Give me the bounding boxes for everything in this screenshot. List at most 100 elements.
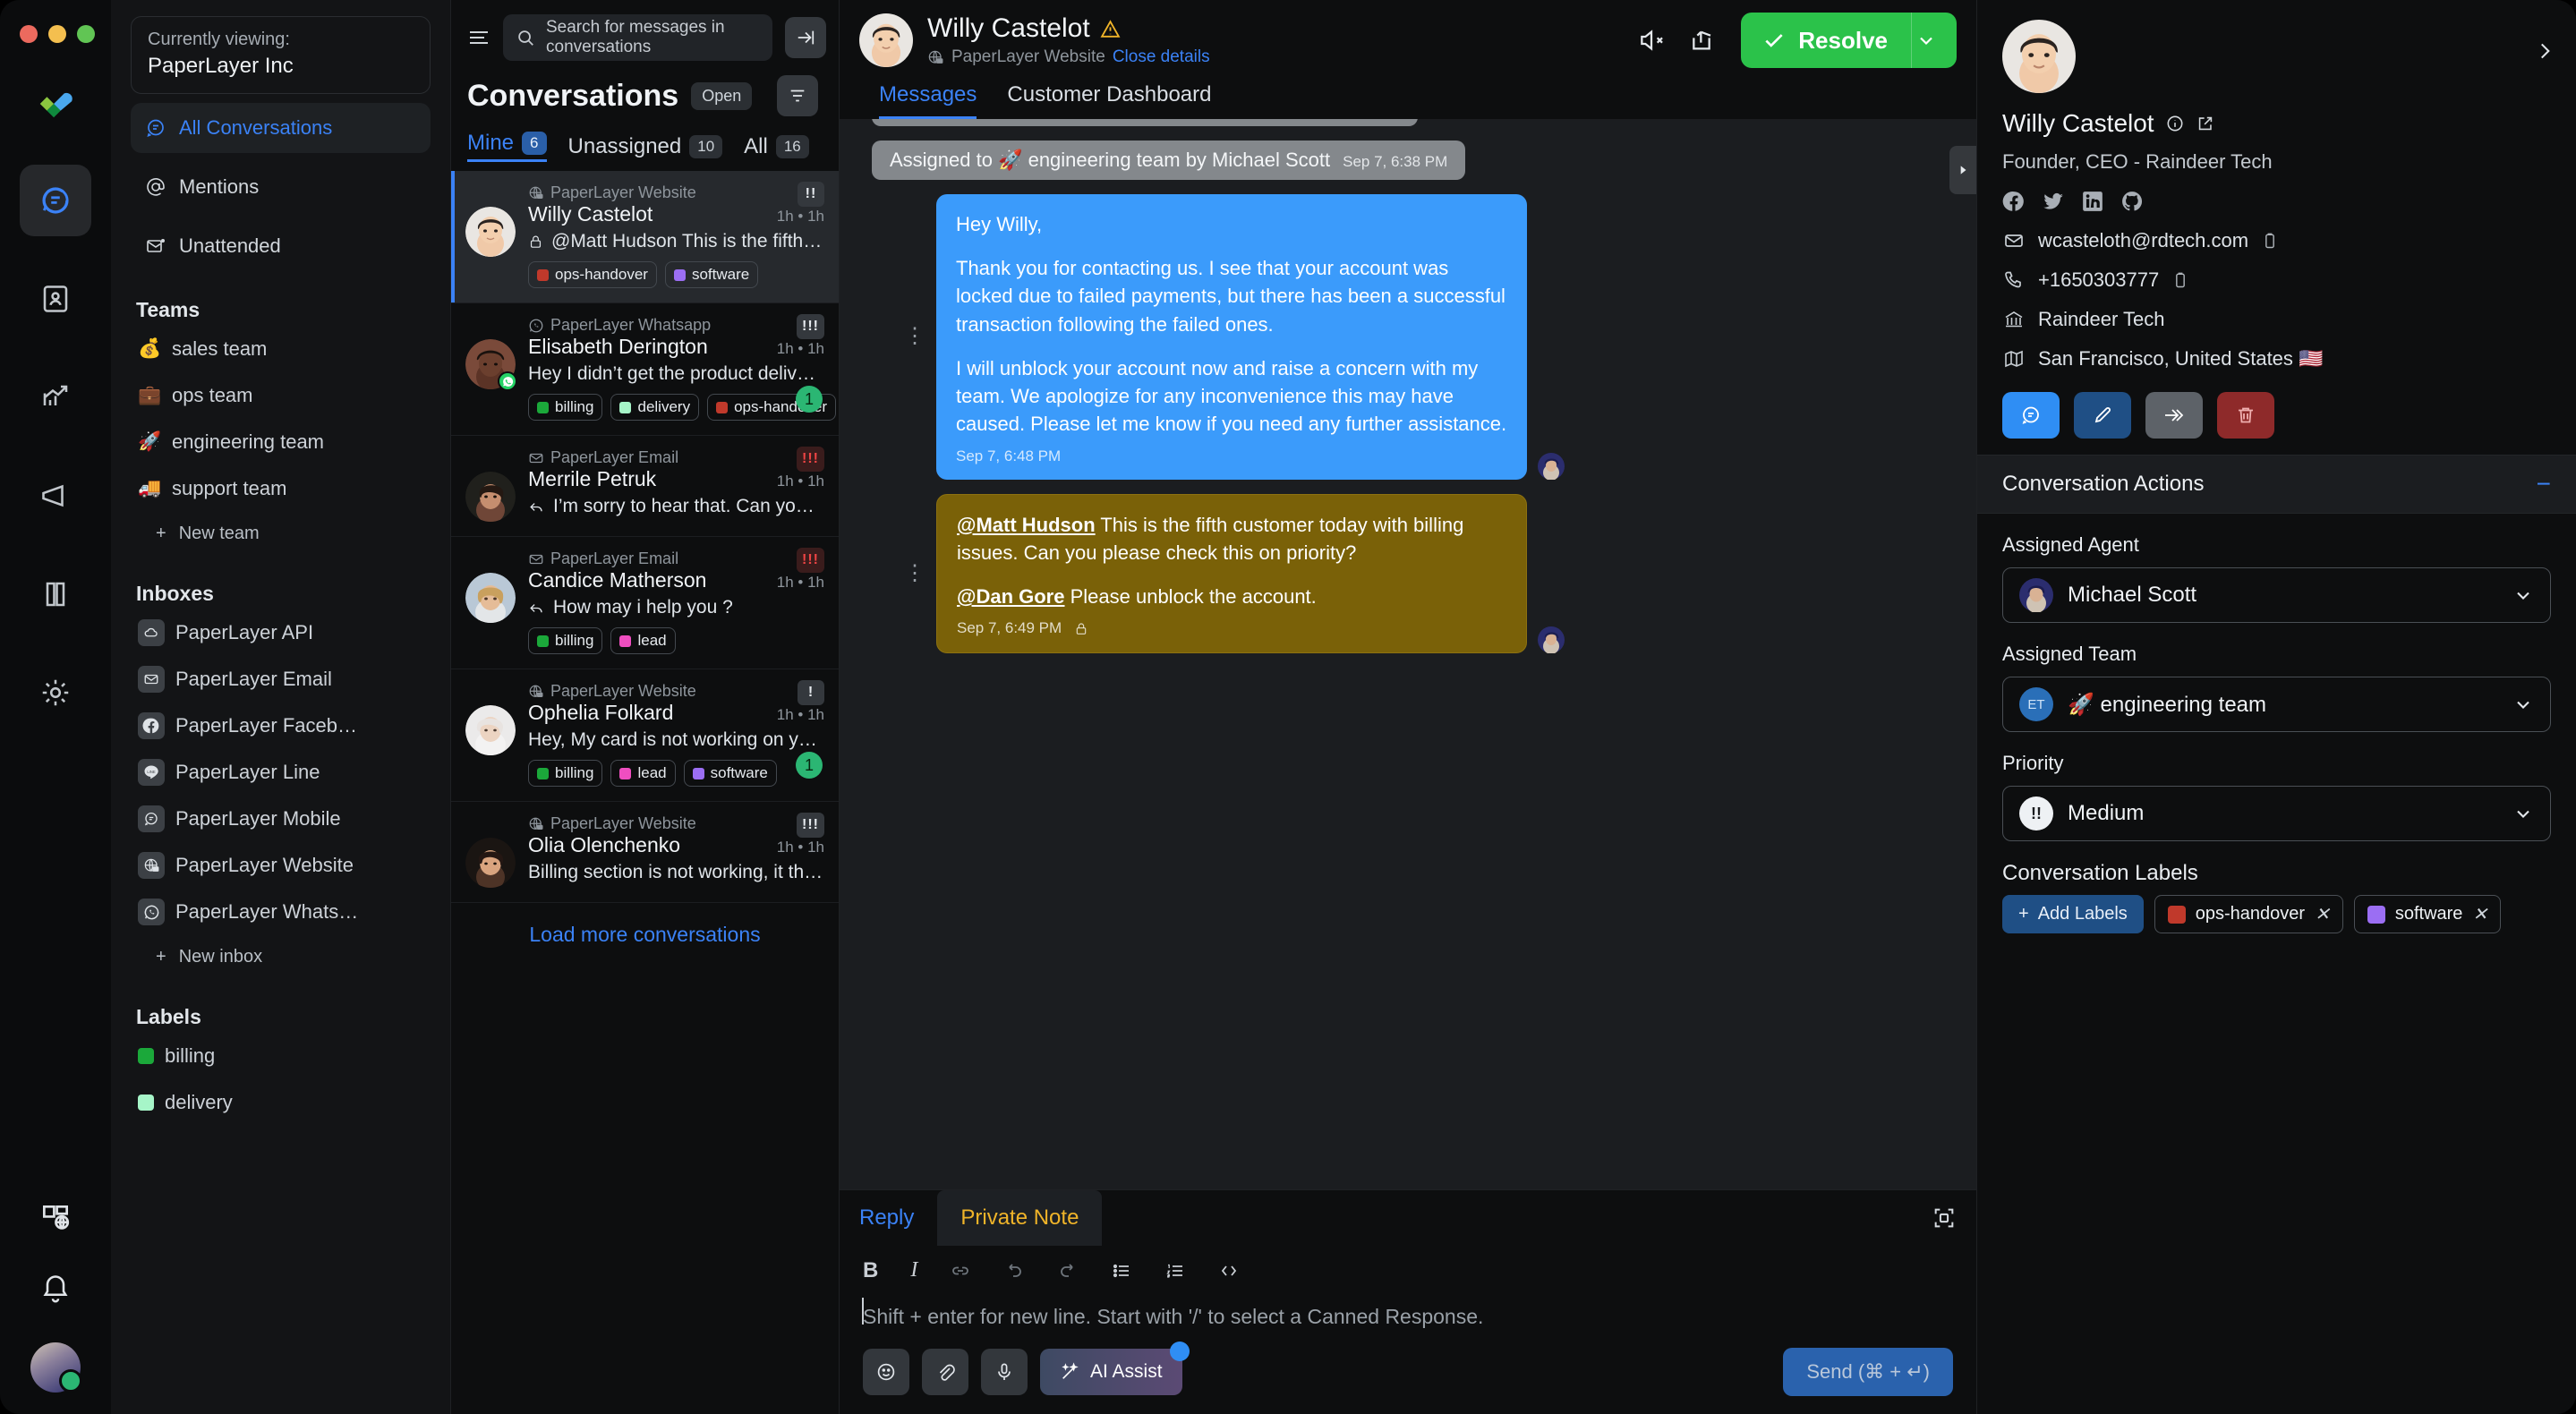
minimize-window-button[interactable] [48,25,66,43]
sidebar-label-delivery[interactable]: delivery [131,1079,431,1126]
tab-unassigned[interactable]: Unassigned 10 [568,134,723,159]
sidebar-inbox-whatsapp[interactable]: PaperLayer Whats… [131,889,431,935]
load-more-button[interactable]: Load more conversations [451,903,839,967]
tag-chip[interactable]: lead [610,760,676,787]
copy-icon[interactable] [2261,232,2279,250]
ai-assist-button[interactable]: AI Assist [1040,1342,1190,1395]
close-details-link[interactable]: Close details [1113,47,1210,67]
bullet-list-icon[interactable] [1111,1260,1132,1282]
twitter-icon[interactable] [2042,190,2065,213]
conversation-item[interactable]: ! 1 PaperLayer Website Ophelia Folkard 1… [451,669,839,802]
tab-all[interactable]: All 16 [744,134,809,159]
message-menu-icon[interactable]: ⋮ [904,326,925,347]
sidebar-inbox-email[interactable]: PaperLayer Email [131,656,431,703]
help-docs-icon[interactable] [38,1201,73,1235]
tag-chip[interactable]: lead [610,627,676,654]
sidebar-team-support[interactable]: 🚚 support team [131,465,431,512]
tab-messages[interactable]: Messages [879,82,977,119]
new-conversation-button[interactable] [2002,392,2060,439]
filter-button[interactable] [777,75,819,116]
send-button[interactable]: Send (⌘ + ↵) [1783,1348,1953,1396]
resolve-button[interactable]: Resolve [1741,13,1957,68]
code-icon[interactable] [1218,1260,1240,1282]
bold-icon[interactable]: B [863,1258,878,1283]
assigned-agent-select[interactable]: Michael Scott [2002,567,2551,623]
rail-campaigns-button[interactable] [20,460,91,532]
mention[interactable]: @Matt Hudson [957,514,1096,536]
tab-private-note[interactable]: Private Note [937,1189,1103,1246]
tag-chip[interactable]: software [664,261,759,288]
label-chip[interactable]: software ✕ [2353,895,2502,933]
linkedin-icon[interactable] [2081,190,2104,213]
collapse-section-icon[interactable]: − [2537,472,2551,497]
conversation-item[interactable]: !!! PaperLayer Email Candice Matherson 1… [451,537,839,669]
status-badge[interactable]: Open [691,81,753,110]
collapse-panel-button[interactable] [785,17,826,58]
conversation-item[interactable]: !!! PaperLayer Website Olia Olenchenko 1… [451,802,839,903]
rail-conversations-button[interactable] [20,165,91,236]
conversation-item[interactable]: !!! 1 PaperLayer Whatsapp Elisabeth Deri… [451,303,839,436]
microphone-icon[interactable] [981,1349,1028,1395]
sidebar-team-engineering[interactable]: 🚀 engineering team [131,419,431,465]
warning-icon[interactable] [1099,18,1122,40]
close-window-button[interactable] [20,25,38,43]
share-icon[interactable] [1689,26,1718,55]
tab-reply[interactable]: Reply [859,1190,937,1246]
conversation-items[interactable]: !! PaperLayer Website Willy Castelot 1h … [451,171,839,1414]
tag-chip[interactable]: software [683,760,777,787]
maximize-window-button[interactable] [77,25,95,43]
message-menu-icon[interactable]: ⋮ [904,562,925,584]
sidebar-item-all-conversations[interactable]: All Conversations [131,103,431,153]
italic-icon[interactable]: I [910,1258,917,1282]
info-icon[interactable] [2165,114,2185,133]
tab-mine[interactable]: Mine 6 [467,131,547,162]
conversation-item[interactable]: !!! PaperLayer Email Merrile Petruk 1h •… [451,436,839,537]
tag-chip[interactable]: billing [528,760,603,787]
next-conversation-icon[interactable] [2533,39,2556,63]
mute-icon[interactable] [1637,26,1666,55]
rail-contacts-button[interactable] [20,263,91,335]
copy-icon[interactable] [2171,271,2189,289]
search-input[interactable]: Search for messages in conversations [503,14,772,61]
mention[interactable]: @Dan Gore [957,585,1064,608]
conversation-actions-header[interactable]: Conversation Actions − [1977,455,2576,514]
expand-editor-icon[interactable] [1932,1205,1957,1231]
sidebar-inbox-facebook[interactable]: PaperLayer Faceb… [131,703,431,749]
new-inbox-button[interactable]: + New inbox [131,935,431,978]
sidebar-item-unattended[interactable]: Unattended [131,221,431,271]
account-switcher[interactable]: Currently viewing: PaperLayer Inc [131,16,431,94]
notifications-bell-icon[interactable] [39,1273,72,1305]
rail-settings-button[interactable] [20,657,91,728]
sidebar-inbox-line[interactable]: LINE PaperLayer Line [131,749,431,796]
tag-chip[interactable]: ops-handover [528,261,657,288]
new-team-button[interactable]: + New team [131,512,431,555]
rail-portals-button[interactable] [20,558,91,630]
sidebar-inbox-website[interactable]: PaperLayer Website [131,842,431,889]
delete-contact-button[interactable] [2217,392,2274,439]
label-chip[interactable]: ops-handover ✕ [2154,895,2343,933]
tag-chip[interactable]: delivery [610,394,700,421]
assigned-team-select[interactable]: ET 🚀 engineering team [2002,677,2551,732]
sidebar-team-sales[interactable]: 💰 sales team [131,326,431,372]
link-icon[interactable] [950,1260,971,1282]
current-user-avatar[interactable] [30,1342,82,1393]
emoji-icon[interactable] [863,1349,909,1395]
sidebar-team-ops[interactable]: 💼 ops team [131,372,431,419]
github-icon[interactable] [2120,190,2144,213]
sidebar-item-mentions[interactable]: Mentions [131,162,431,212]
tab-customer-dashboard[interactable]: Customer Dashboard [1007,82,1211,119]
tag-chip[interactable]: billing [528,627,603,654]
undo-icon[interactable] [1003,1260,1025,1282]
conversation-item[interactable]: !! PaperLayer Website Willy Castelot 1h … [451,171,839,303]
scroll-next-button[interactable] [1949,146,1976,194]
sidebar-inbox-api[interactable]: PaperLayer API [131,609,431,656]
facebook-icon[interactable] [2002,190,2026,213]
edit-contact-button[interactable] [2074,392,2131,439]
message-thread[interactable]: Michael Scott self-assigned this convers… [840,119,1976,1189]
reply-input[interactable]: Shift + enter for new line. Start with '… [840,1289,1699,1333]
numbered-list-icon[interactable] [1164,1260,1186,1282]
attachment-icon[interactable] [922,1349,968,1395]
list-menu-icon[interactable] [467,29,490,47]
add-labels-button[interactable]: + Add Labels [2002,895,2144,933]
merge-contact-button[interactable] [2145,392,2203,439]
